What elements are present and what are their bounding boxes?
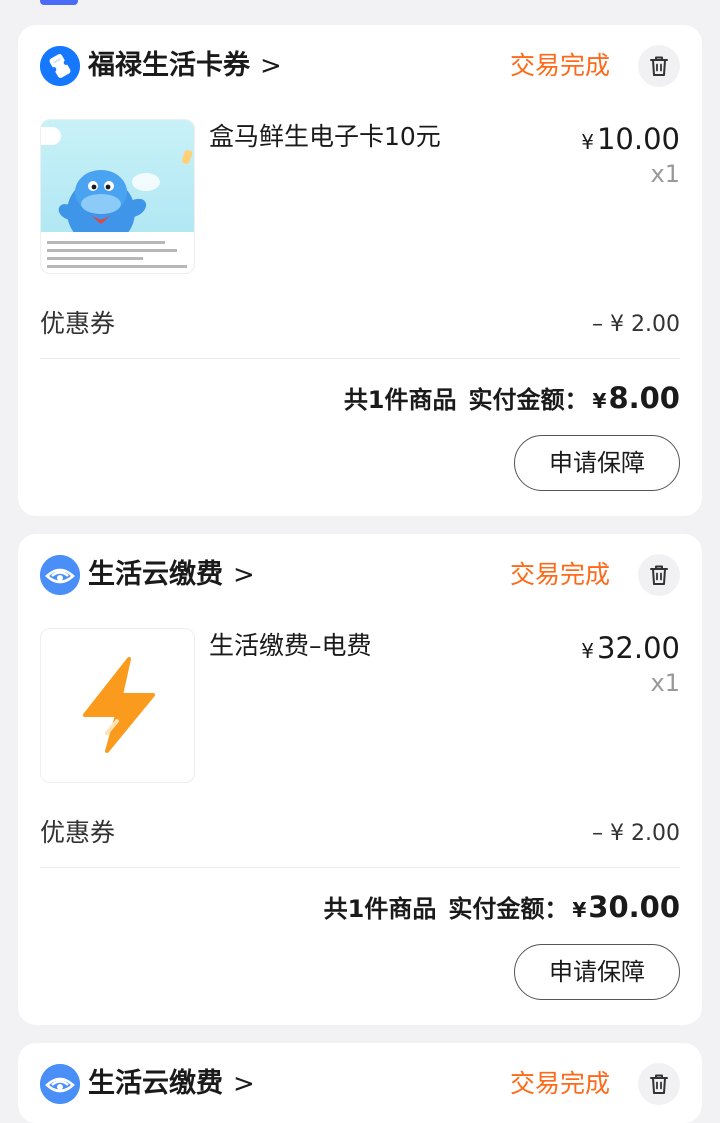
- product-thumbnail[interactable]: [40, 628, 195, 783]
- product-price: ¥10.00: [581, 122, 680, 156]
- order-summary: 共1件商品 实付金额： ¥30.00: [323, 890, 680, 924]
- coupon-label: 优惠券: [40, 309, 116, 338]
- product-quantity: x1: [650, 669, 680, 697]
- delete-order-button[interactable]: [638, 1063, 680, 1105]
- divider: [40, 867, 680, 868]
- shop-name-link[interactable]: 生活云缴费 >: [88, 1066, 255, 1102]
- item-count: 共1件商品: [343, 386, 457, 414]
- order-summary: 共1件商品 实付金额： ¥8.00: [343, 381, 680, 415]
- delete-order-button[interactable]: [638, 554, 680, 596]
- item-count: 共1件商品: [323, 895, 437, 923]
- order-header: 生活云缴费 > 交易完成: [40, 1063, 680, 1105]
- paid-amount: 8.00: [608, 381, 680, 415]
- coupon-value: – ¥ 2.00: [592, 821, 680, 846]
- hippo-mascot-card-image: [41, 120, 194, 273]
- product-thumbnail[interactable]: [40, 119, 195, 274]
- order-header: 生活云缴费 > 交易完成: [40, 554, 680, 596]
- trash-icon: [650, 1074, 668, 1094]
- apply-protection-button[interactable]: 申请保障: [514, 435, 680, 491]
- chevron-right-icon: >: [233, 560, 255, 590]
- divider: [40, 358, 680, 359]
- order-card[interactable]: 福禄生活卡券 > 交易完成 盒马鲜生电子卡10元 ¥ 10.00 x1 优惠券 …: [18, 25, 702, 516]
- cloud-eye-icon: [40, 555, 80, 595]
- product-quantity: x1: [650, 160, 680, 188]
- order-status: 交易完成: [509, 51, 610, 80]
- lightning-icon: [83, 657, 155, 753]
- coupon-value: – ¥ 2.00: [592, 312, 680, 337]
- chevron-right-icon: >: [233, 1069, 255, 1099]
- ticket-icon: [40, 46, 80, 86]
- delete-order-button[interactable]: [638, 45, 680, 87]
- cloud-eye-icon: [40, 1064, 80, 1104]
- shop-name-link[interactable]: 生活云缴费 >: [88, 557, 255, 593]
- active-tab-indicator: [40, 0, 78, 5]
- product-price: ¥32.00: [581, 631, 680, 665]
- order-status: 交易完成: [509, 560, 610, 589]
- trash-icon: [650, 565, 668, 585]
- coupon-label: 优惠券: [40, 818, 116, 847]
- order-header: 福禄生活卡券 > 交易完成: [40, 45, 680, 87]
- paid-amount: 30.00: [588, 890, 680, 924]
- product-name[interactable]: 盒马鲜生电子卡10元: [209, 120, 441, 154]
- order-card[interactable]: 生活云缴费 > 交易完成: [18, 1043, 702, 1123]
- paid-label: 实付金额：: [448, 895, 569, 923]
- apply-protection-button[interactable]: 申请保障: [514, 944, 680, 1000]
- product-name[interactable]: 生活缴费–电费: [209, 629, 372, 663]
- order-card[interactable]: 生活云缴费 > 交易完成 生活缴费–电费 ¥32.00 x1 优惠券 – ¥ 2.…: [18, 534, 702, 1025]
- paid-label: 实付金额：: [468, 386, 589, 414]
- trash-icon: [650, 56, 668, 76]
- order-status: 交易完成: [509, 1069, 610, 1098]
- chevron-right-icon: >: [260, 51, 282, 81]
- shop-name-link[interactable]: 福禄生活卡券 >: [88, 48, 282, 84]
